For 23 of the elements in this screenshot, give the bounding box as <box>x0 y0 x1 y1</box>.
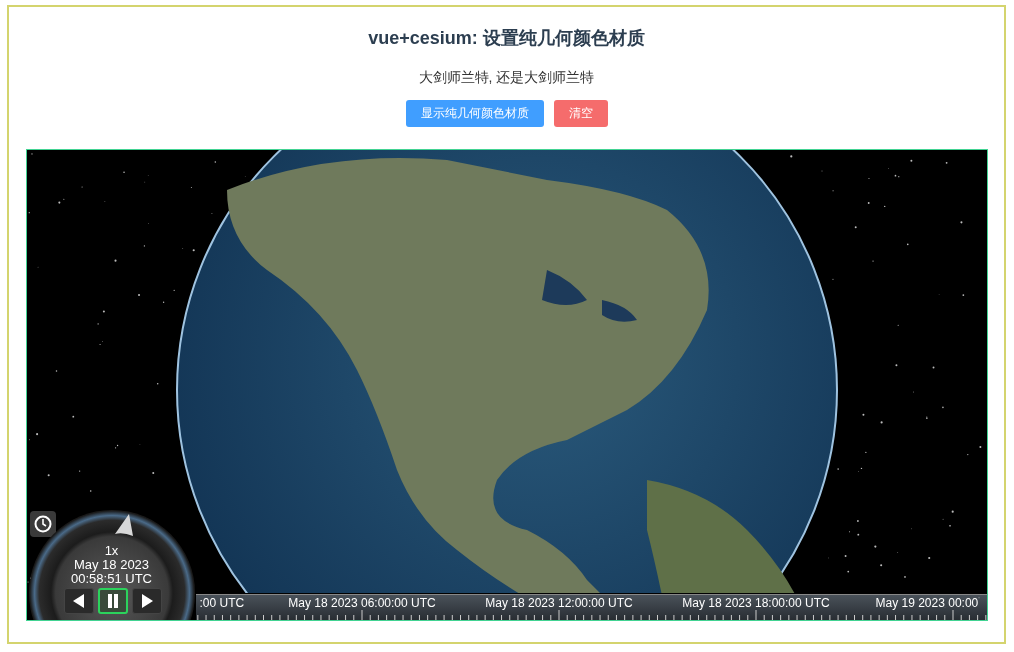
globe-drawing[interactable] <box>175 150 838 593</box>
timeline-label: :00 UTC <box>199 596 246 610</box>
timeline-label: May 19 2023 00:00 <box>874 596 979 610</box>
speed-text: 1x <box>104 544 119 558</box>
pause-button[interactable] <box>97 588 128 614</box>
clock-icon <box>33 515 52 533</box>
left-triangle-icon <box>71 594 86 608</box>
pause-icon <box>105 594 120 608</box>
time-text: 00:58:51 UTC <box>71 572 152 586</box>
clear-button[interactable]: 清空 <box>553 100 608 127</box>
timeline-bar[interactable]: :00 UTC May 18 2023 06:00:00 UTC May 18 2023 12:00:00 UTC May 18 2023 18:00:00 UTC May 19 2023 00:00 <box>195 594 987 620</box>
timeline-label: May 18 2023 06:00:00 UTC <box>287 596 437 610</box>
show-material-button[interactable]: 显示纯几何颜色材质 <box>405 100 544 127</box>
play-button[interactable] <box>131 588 162 614</box>
date-text: May 18 2023 <box>73 558 150 572</box>
timeline-label: May 18 2023 18:00:00 UTC <box>681 596 831 610</box>
clock-button[interactable] <box>29 511 56 537</box>
reverse-button[interactable] <box>63 588 94 614</box>
right-triangle-icon <box>139 594 154 608</box>
needle-icon[interactable] <box>114 514 133 536</box>
subtitle-text: 大剑师兰特, 还是大剑师兰特 <box>418 68 595 86</box>
timeline-label: May 18 2023 12:00:00 UTC <box>484 596 634 610</box>
page-title: vue+cesium: 设置纯几何颜色材质 <box>368 27 645 50</box>
